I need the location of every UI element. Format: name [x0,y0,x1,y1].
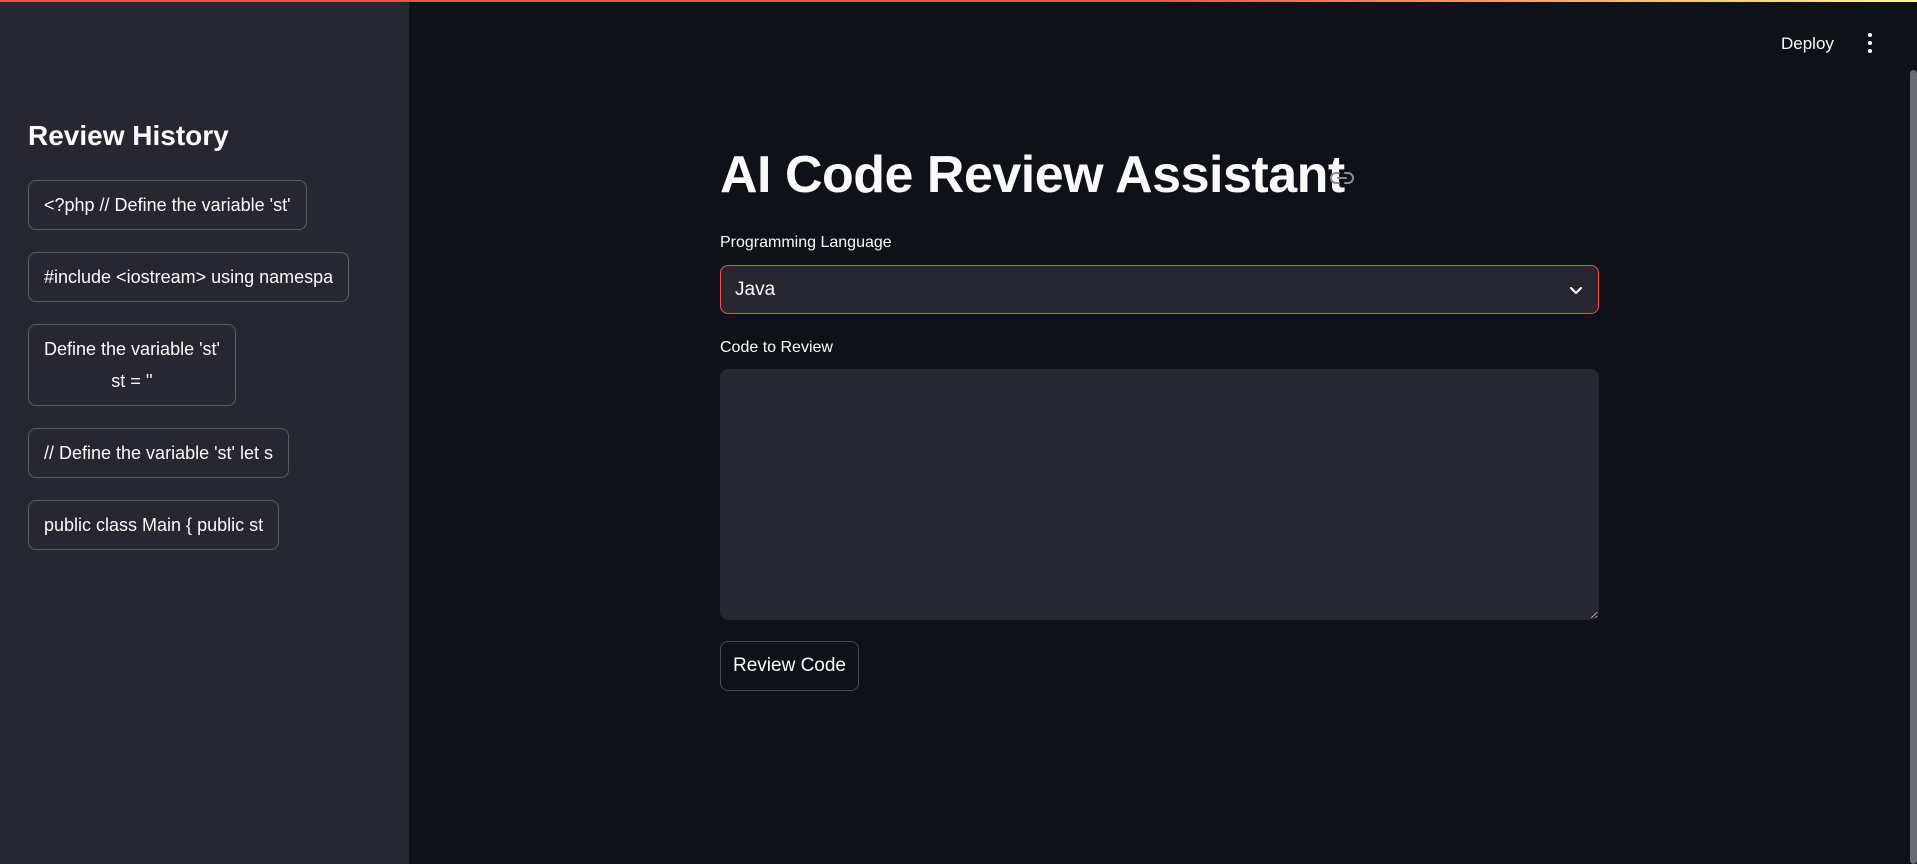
chevron-down-icon [1569,286,1583,295]
code-label: Code to Review [720,339,833,356]
language-label: Programming Language [720,234,892,251]
sidebar-title: Review History [28,120,229,151]
review-history-list: <?php // Define the variable 'st' #inclu… [28,180,350,572]
history-item-button[interactable]: // Define the variable 'st' let s [28,428,289,478]
scrollbar[interactable] [1910,70,1917,864]
code-input[interactable] [720,369,1599,620]
deploy-button[interactable]: Deploy [1773,30,1842,58]
top-accent-bar [0,0,1917,2]
history-item-button[interactable]: Define the variable 'st' st = '' [28,324,236,406]
language-select-value: Java [735,278,776,300]
page-title: AI Code Review Assistant [720,146,1345,204]
link-icon[interactable] [1330,171,1354,185]
language-select[interactable]: Java [720,265,1599,314]
sidebar: Review History <?php // Define the varia… [0,0,409,864]
history-item-button[interactable]: #include <iostream> using namespa [28,252,350,302]
vertical-dots-icon[interactable] [1860,30,1880,56]
review-code-button[interactable]: Review Code [720,641,859,691]
history-item-button[interactable]: <?php // Define the variable 'st' [28,180,307,230]
history-item-button[interactable]: public class Main { public st [28,500,280,550]
